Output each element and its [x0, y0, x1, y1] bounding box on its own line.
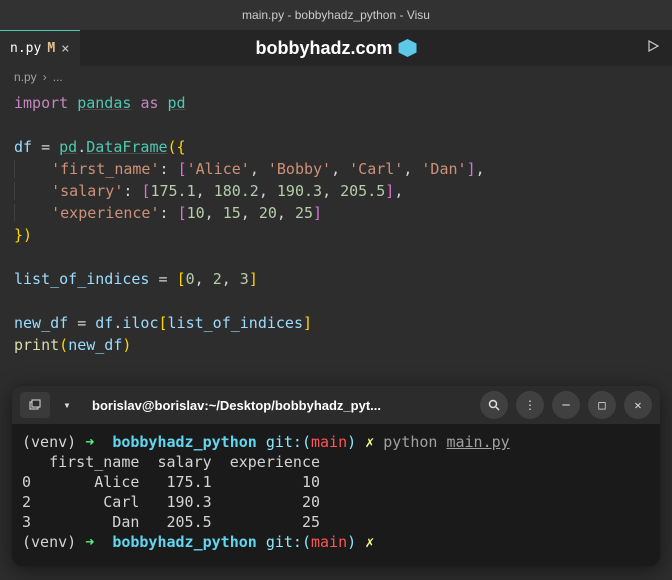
code-editor[interactable]: import pandas as pd df = pd.DataFrame({ …	[0, 88, 672, 360]
terminal-title: borislav@borislav:~/Desktop/bobbyhadz_py…	[84, 398, 472, 413]
menu-button[interactable]: ⋮	[516, 391, 544, 419]
window-title: main.py - bobbyhadz_python - Visu	[242, 8, 430, 22]
code-line: new_df = df.iloc[list_of_indices]	[14, 312, 658, 334]
watermark-overlay: bobbyhadz.com	[255, 38, 416, 59]
code-line: 'experience': [10, 15, 20, 25]	[14, 202, 658, 224]
watermark-text: bobbyhadz.com	[255, 38, 392, 59]
terminal-line: (venv) ➜ bobbyhadz_python git:(main) ✗ p…	[22, 432, 650, 452]
code-line: })	[14, 224, 658, 246]
close-icon[interactable]: ×	[61, 41, 69, 57]
window-titlebar: main.py - bobbyhadz_python - Visu	[0, 0, 672, 30]
code-line: 'salary': [175.1, 180.2, 190.3, 205.5],	[14, 180, 658, 202]
code-line: list_of_indices = [0, 2, 3]	[14, 268, 658, 290]
terminal-output: 3 Dan 205.5 25	[22, 512, 650, 532]
dropdown-icon[interactable]: ▾	[58, 392, 76, 418]
run-button[interactable]	[646, 39, 660, 57]
terminal-titlebar: ▾ borislav@borislav:~/Desktop/bobbyhadz_…	[12, 386, 660, 424]
breadcrumb[interactable]: n.py › ...	[0, 66, 672, 88]
editor-tab-main[interactable]: n.py M ×	[0, 30, 80, 66]
terminal-output: 0 Alice 175.1 10	[22, 472, 650, 492]
code-line: 'first_name': ['Alice', 'Bobby', 'Carl',…	[14, 158, 658, 180]
minimize-button[interactable]: ─	[552, 391, 580, 419]
code-line	[14, 246, 658, 268]
editor-tabbar: n.py M × bobbyhadz.com	[0, 30, 672, 66]
breadcrumb-file: n.py	[14, 70, 37, 84]
breadcrumb-more: ...	[53, 70, 63, 84]
chevron-right-icon: ›	[43, 70, 47, 84]
close-button[interactable]: ✕	[624, 391, 652, 419]
tab-label: n.py	[10, 41, 41, 56]
code-line	[14, 290, 658, 312]
cube-icon	[399, 39, 417, 57]
terminal-body[interactable]: (venv) ➜ bobbyhadz_python git:(main) ✗ p…	[12, 424, 660, 566]
search-button[interactable]	[480, 391, 508, 419]
maximize-button[interactable]: □	[588, 391, 616, 419]
new-tab-button[interactable]	[20, 392, 50, 418]
terminal-window: ▾ borislav@borislav:~/Desktop/bobbyhadz_…	[12, 386, 660, 566]
terminal-output: 2 Carl 190.3 20	[22, 492, 650, 512]
code-line: print(new_df)	[14, 334, 658, 356]
terminal-output: first_name salary experience	[22, 452, 650, 472]
code-line: df = pd.DataFrame({	[14, 136, 658, 158]
terminal-line: (venv) ➜ bobbyhadz_python git:(main) ✗	[22, 532, 650, 552]
tab-modified-indicator: M	[47, 41, 55, 56]
code-line: import pandas as pd	[14, 92, 658, 114]
code-line	[14, 114, 658, 136]
